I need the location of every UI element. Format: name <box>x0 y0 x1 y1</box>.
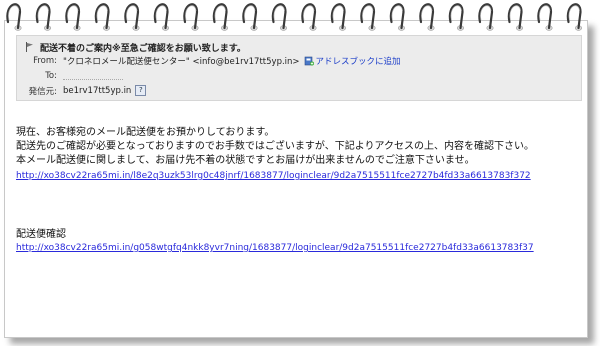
access-link-2[interactable]: http://xo38cv22ra65mi.in/g058wtgfq4nkk8y… <box>16 242 534 254</box>
subject-row: 配送不着のご案内※至急ご確認をお願い致します。 <box>25 40 246 54</box>
email-header: 配送不着のご案内※至急ご確認をお願い致します。 From: "クロネロメール配送… <box>16 35 582 101</box>
email-subject: 配送不着のご案内※至急ご確認をお願い致します。 <box>40 43 246 54</box>
spiral-ring <box>537 3 553 31</box>
body-line-3: 本メール配送便に関しまして、お届け先不着の状態ですとお届けが出来ませんのでご注意… <box>16 155 475 166</box>
spiral-ring <box>153 3 170 31</box>
body-line-2: 配送先のご確認が必要となっておりますのでお手数ではございますが、下記よりアクセス… <box>16 141 534 152</box>
addressbook-icon <box>304 56 314 65</box>
spiral-ring <box>419 3 435 31</box>
spiral-ring <box>389 3 405 31</box>
spiral-ring <box>448 3 464 31</box>
spiral-binding <box>6 3 582 31</box>
sender-row: 発信元: be1rv17tt5yp.in ? <box>21 84 147 97</box>
from-value: "クロネロメール配送便センター" <info@be1rv17tt5yp.in> <box>63 56 300 67</box>
spiral-ring <box>94 3 111 31</box>
spiral-ring <box>566 3 582 31</box>
spiral-ring <box>271 3 287 31</box>
body-line-1: 現在、お客様宛のメール配送便をお預かりしております。 <box>16 127 275 138</box>
help-icon[interactable]: ? <box>135 85 147 96</box>
from-row: From: "クロネロメール配送便センター" <info@be1rv17tt5y… <box>21 54 401 67</box>
access-link-1[interactable]: http://xo38cv22ra65mi.in/l8e2q3uzk53lrg0… <box>16 170 531 182</box>
spiral-ring <box>35 3 51 31</box>
email-window: 配送不着のご案内※至急ご確認をお願い致します。 From: "クロネロメール配送… <box>4 20 588 338</box>
spiral-ring <box>65 3 81 31</box>
spiral-ring <box>242 3 258 31</box>
spiral-ring <box>478 3 494 31</box>
from-label: From: <box>33 55 57 66</box>
sender-label: 発信元: <box>28 86 57 97</box>
to-row: To: <box>21 69 123 82</box>
add-to-addressbook-link[interactable]: アドレスブックに追加 <box>304 55 401 67</box>
spiral-ring <box>212 3 229 31</box>
to-label: To: <box>45 70 57 81</box>
spiral-ring <box>183 3 199 31</box>
spiral-ring <box>6 3 22 31</box>
sender-value: be1rv17tt5yp.in <box>63 85 132 96</box>
spiral-ring <box>507 3 523 31</box>
flag-icon[interactable] <box>25 42 34 52</box>
spiral-ring <box>330 3 346 31</box>
to-value-redacted <box>63 71 123 80</box>
spiral-ring <box>124 3 140 31</box>
spiral-ring <box>301 3 317 31</box>
spiral-ring <box>360 3 376 31</box>
add-to-addressbook-label: アドレスブックに追加 <box>315 56 401 67</box>
confirm-label: 配送便確認 <box>16 229 66 240</box>
